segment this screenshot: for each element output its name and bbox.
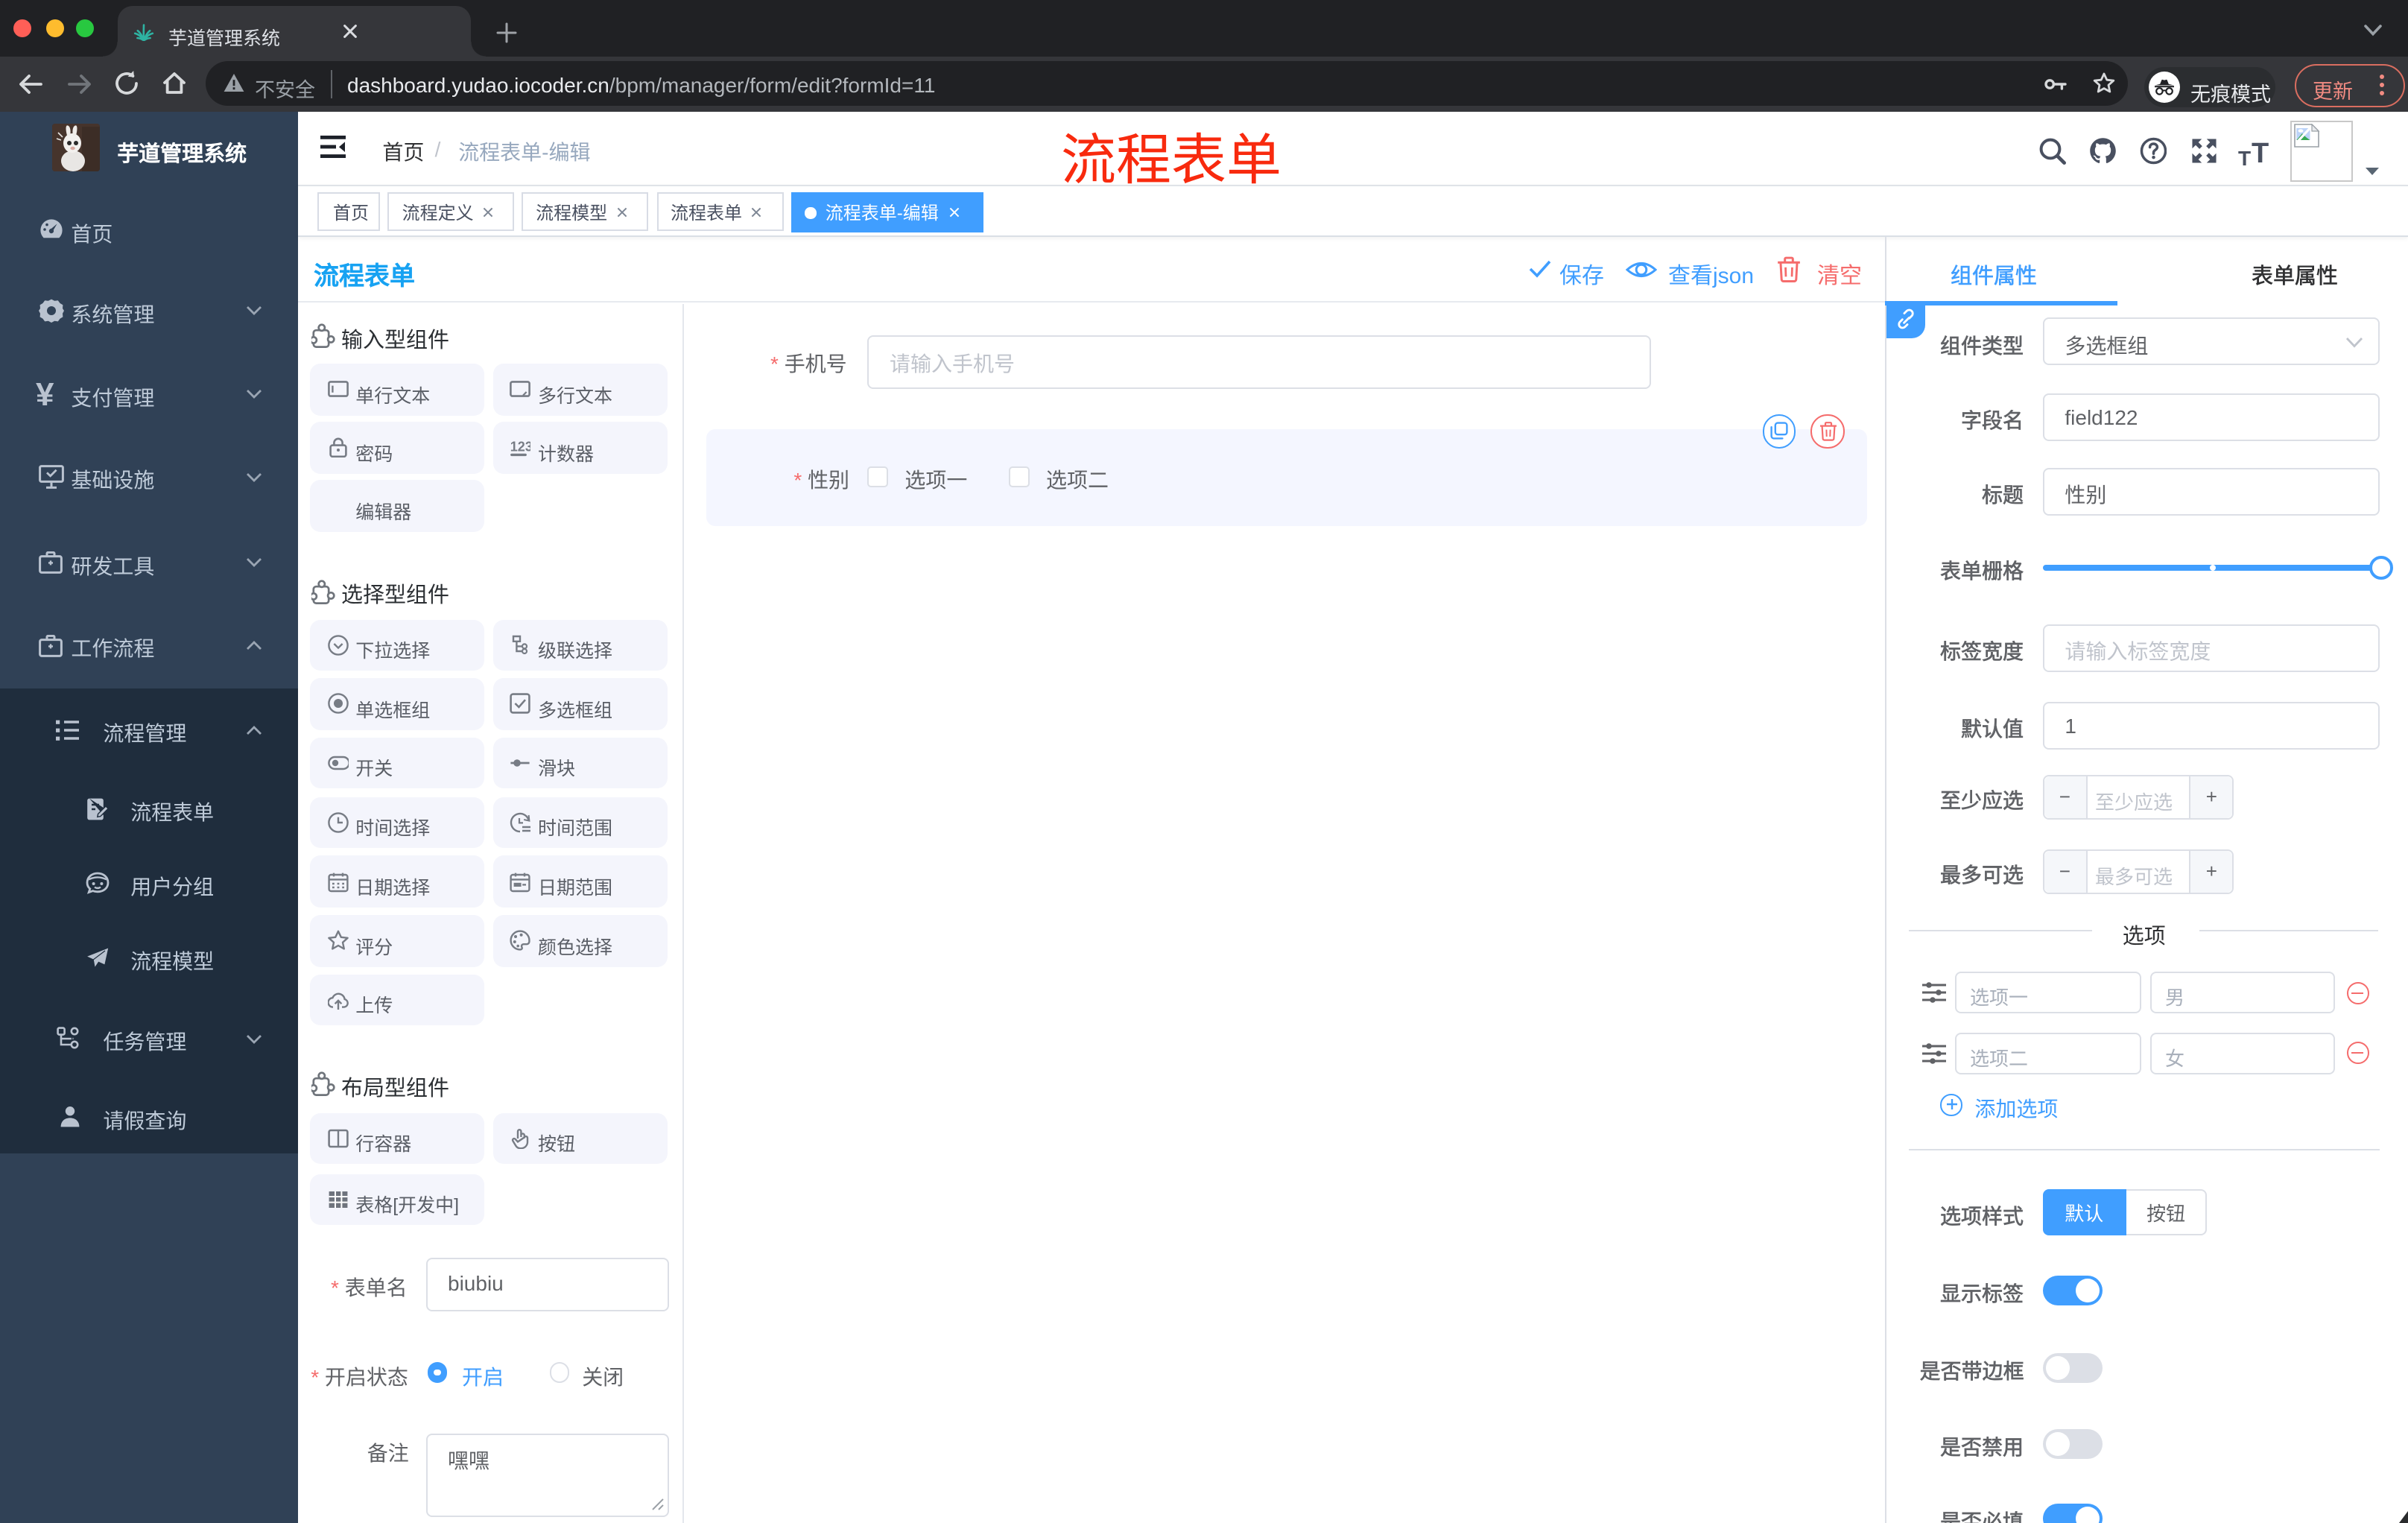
- svg-text:123: 123: [510, 440, 530, 455]
